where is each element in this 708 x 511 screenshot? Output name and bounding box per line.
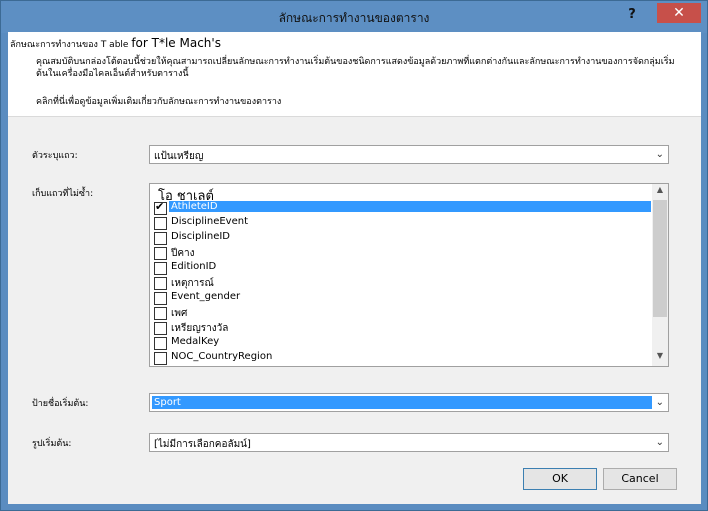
row-identifier-value: แป้นเหรียญ	[154, 151, 204, 162]
dialog-body: ลักษณะการทำงานของ T able for T*le Mach's…	[8, 32, 701, 504]
list-item-label: เหรียญรางวัล	[171, 323, 229, 334]
cancel-button[interactable]: Cancel	[603, 468, 677, 490]
list-item[interactable]: EditionID	[152, 261, 652, 276]
list-item-label: AthleteID	[169, 201, 651, 212]
list-item[interactable]: MedalKey	[152, 336, 652, 351]
list-item[interactable]: DisciplineID	[152, 231, 652, 246]
vertical-scrollbar[interactable]: ▲ ▼	[652, 184, 668, 366]
list-item[interactable]: NOC_CountryRegion	[152, 351, 652, 366]
learn-more-link[interactable]: คลิกที่นี่เพื่อดูข้อมูลเพิ่มเติมเกี่ยวกั…	[36, 94, 281, 108]
row-checkbox[interactable]	[154, 292, 167, 305]
help-button[interactable]: ?	[623, 7, 641, 25]
row-checkbox[interactable]	[154, 307, 167, 320]
list-item-label: DisciplineID	[171, 231, 231, 242]
header-title-table: for T*le Mach's	[131, 36, 221, 50]
list-item-label: NOC_CountryRegion	[171, 351, 273, 362]
scroll-up-icon[interactable]: ▲	[652, 185, 668, 199]
default-label-dropdown[interactable]: Sport ⌄	[149, 393, 669, 412]
list-item[interactable]: AthleteID	[152, 200, 652, 216]
list-item[interactable]: เหตุการณ์	[152, 276, 652, 291]
default-image-dropdown[interactable]: [ไม่มีการเลือกคอลัมน์] ⌄	[149, 433, 669, 452]
row-checkbox[interactable]	[154, 232, 167, 245]
header-title: ลักษณะการทำงานของ T able for T*le Mach's	[10, 36, 221, 51]
list-item[interactable]: Event_gender	[152, 291, 652, 306]
list-item[interactable]: DisciplineEvent	[152, 216, 652, 231]
chevron-down-icon: ⌄	[655, 437, 664, 448]
row-checkbox[interactable]	[154, 352, 167, 365]
list-item-label: MedalKey	[171, 336, 220, 347]
row-checkbox[interactable]	[154, 247, 167, 260]
list-item-label: Event_gender	[171, 291, 241, 302]
chevron-down-icon: ⌄	[655, 149, 664, 160]
ok-button[interactable]: OK	[523, 468, 597, 490]
list-item[interactable]: ปีคาง	[152, 246, 652, 261]
list-item-label: เหตุการณ์	[171, 278, 214, 289]
row-checkbox[interactable]	[154, 322, 167, 335]
row-checkbox[interactable]	[154, 337, 167, 350]
row-identifier-label: ตัวระบุแถว:	[32, 151, 78, 161]
default-label-value: Sport	[154, 397, 181, 408]
list-item[interactable]: เหรียญรางวัล	[152, 321, 652, 336]
header-description: คุณสมบัติบนกล่องโต้ตอบนี้ช่วยให้คุณสามาร…	[36, 57, 675, 79]
dialog-header: ลักษณะการทำงานของ T able for T*le Mach's…	[8, 32, 701, 117]
row-checkbox[interactable]	[154, 262, 167, 275]
keep-unique-rows-list[interactable]: โอ ชาเลต์ AthleteIDDisciplineEventDiscip…	[149, 183, 669, 367]
row-checkbox[interactable]	[154, 217, 167, 230]
chevron-down-icon: ⌄	[655, 397, 664, 408]
table-behavior-dialog: ลักษณะการทำงานของตาราง ? ✕ ลักษณะการทำงา…	[0, 0, 708, 511]
scroll-thumb[interactable]	[653, 200, 667, 317]
default-label-label: ป้ายชื่อเริ่มต้น:	[32, 399, 89, 409]
list-item-label: DisciplineEvent	[171, 216, 249, 227]
title-bar[interactable]: ลักษณะการทำงานของตาราง ? ✕	[1, 1, 707, 33]
default-image-label: รูปเริ่มต้น:	[32, 439, 72, 449]
scroll-down-icon[interactable]: ▼	[652, 351, 668, 365]
list-item-label: เพศ	[171, 308, 188, 319]
selection-highlight	[152, 396, 652, 409]
row-identifier-dropdown[interactable]: แป้นเหรียญ ⌄	[149, 145, 669, 164]
list-item[interactable]: เพศ	[152, 306, 652, 321]
default-image-value: [ไม่มีการเลือกคอลัมน์]	[154, 439, 251, 450]
row-checkbox[interactable]	[154, 277, 167, 290]
header-title-prefix: ลักษณะการทำงานของ T able	[10, 40, 129, 50]
row-checkbox[interactable]	[154, 200, 167, 215]
close-icon: ✕	[673, 5, 685, 21]
window-title: ลักษณะการทำงานของตาราง	[278, 11, 430, 25]
list-item-label: EditionID	[171, 261, 217, 272]
close-button[interactable]: ✕	[657, 3, 701, 23]
keep-unique-rows-label: เก็บแถวที่ไม่ซ้ำ:	[32, 189, 94, 199]
list-item-label: ปีคาง	[171, 248, 195, 259]
